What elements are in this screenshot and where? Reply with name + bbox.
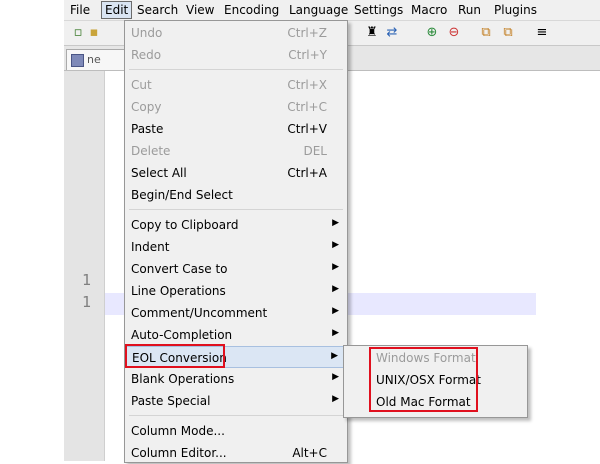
eol-conversion-highlight-box — [125, 344, 225, 368]
menu-item-indent[interactable]: Indent ▶ — [125, 236, 347, 258]
menu-item-blank-operations[interactable]: Blank Operations ▶ — [125, 368, 347, 390]
menu-language[interactable]: Language — [289, 3, 348, 17]
submenu-arrow-icon: ▶ — [332, 240, 339, 250]
menu-item-paste-special[interactable]: Paste Special ▶ — [125, 390, 347, 412]
menu-item-comment-uncomment[interactable]: Comment/Uncomment ▶ — [125, 302, 347, 324]
submenu-arrow-icon: ▶ — [331, 351, 338, 361]
menu-encoding[interactable]: Encoding — [224, 3, 279, 17]
menu-item-copy[interactable]: Copy Ctrl+C — [125, 96, 347, 118]
open-file-icon[interactable]: ▪ — [86, 25, 102, 41]
line-number: 1 — [82, 293, 92, 311]
zoom-out-icon[interactable]: ⊖ — [446, 25, 462, 41]
menu-item-redo[interactable]: Redo Ctrl+Y — [125, 44, 347, 66]
menu-view[interactable]: View — [186, 3, 214, 17]
line-number-gutter: 1 1 — [64, 71, 105, 461]
menu-item-auto-completion[interactable]: Auto-Completion ▶ — [125, 324, 347, 346]
menu-item-cut[interactable]: Cut Ctrl+X — [125, 74, 347, 96]
menu-item-delete[interactable]: Delete DEL — [125, 140, 347, 162]
submenu-arrow-icon: ▶ — [332, 218, 339, 228]
submenu-arrow-icon: ▶ — [332, 306, 339, 316]
menu-item-line-operations[interactable]: Line Operations ▶ — [125, 280, 347, 302]
menu-item-paste[interactable]: Paste Ctrl+V — [125, 118, 347, 140]
menu-bar: File Edit Search View Encoding Language … — [64, 0, 600, 21]
menu-macro[interactable]: Macro — [411, 3, 447, 17]
menu-search[interactable]: Search — [137, 3, 178, 17]
word-wrap-icon[interactable]: ≡ — [534, 25, 550, 41]
new-file-icon[interactable]: ▫ — [70, 25, 86, 41]
save-disk-icon — [71, 54, 84, 67]
editor-edge — [536, 71, 538, 461]
tab-document[interactable]: ne — [66, 49, 128, 70]
menu-item-convert-case[interactable]: Convert Case to ▶ — [125, 258, 347, 280]
submenu-arrow-icon: ▶ — [332, 262, 339, 272]
menu-item-copy-to-clipboard[interactable]: Copy to Clipboard ▶ — [125, 214, 347, 236]
line-number: 1 — [82, 271, 92, 289]
menu-item-begin-end-select[interactable]: Begin/End Select — [125, 184, 347, 206]
menu-run[interactable]: Run — [458, 3, 481, 17]
sync-horizontal-icon[interactable]: ⧉ — [500, 25, 516, 41]
menu-file[interactable]: File — [70, 3, 90, 17]
find-icon[interactable]: ♜ — [364, 25, 380, 41]
replace-icon[interactable]: ⇄ — [384, 25, 400, 41]
submenu-arrow-icon: ▶ — [332, 328, 339, 338]
edit-menu: Undo Ctrl+Z Redo Ctrl+Y Cut Ctrl+X Copy Ctrl… — [124, 20, 348, 463]
menu-separator — [129, 415, 343, 416]
menu-edit[interactable]: Edit — [101, 1, 133, 19]
submenu-arrow-icon: ▶ — [332, 394, 339, 404]
menu-separator — [129, 69, 343, 70]
submenu-arrow-icon: ▶ — [332, 372, 339, 382]
menu-item-column-mode[interactable]: Column Mode... — [125, 420, 347, 442]
submenu-arrow-icon: ▶ — [332, 284, 339, 294]
eol-options-highlight-box — [369, 347, 478, 412]
menu-separator — [129, 209, 343, 210]
menu-settings[interactable]: Settings — [354, 3, 403, 17]
sync-vertical-icon[interactable]: ⧉ — [478, 25, 494, 41]
tab-label: ne — [87, 53, 101, 66]
menu-plugins[interactable]: Plugins — [494, 3, 537, 17]
menu-item-select-all[interactable]: Select All Ctrl+A — [125, 162, 347, 184]
zoom-in-icon[interactable]: ⊕ — [424, 25, 440, 41]
menu-item-undo[interactable]: Undo Ctrl+Z — [125, 22, 347, 44]
